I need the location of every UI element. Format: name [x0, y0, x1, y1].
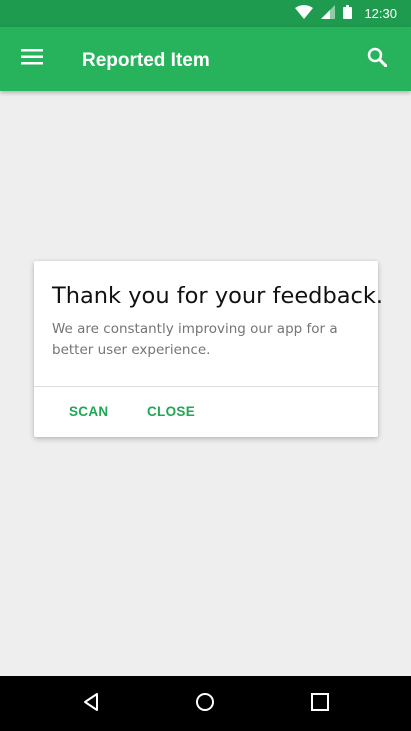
dialog-title: Thank you for your feedback.: [52, 283, 384, 309]
back-button[interactable]: [76, 689, 106, 719]
navigation-bar: [0, 676, 411, 731]
recents-button[interactable]: [305, 689, 335, 719]
scan-button[interactable]: SCAN: [69, 387, 108, 437]
search-button[interactable]: [361, 43, 393, 75]
page-title: Reported Item: [82, 50, 210, 71]
cell-signal-icon: [321, 4, 336, 23]
home-button[interactable]: [190, 689, 220, 719]
dialog-message: We are constantly improving our app for …: [52, 321, 338, 358]
recents-icon: [310, 692, 330, 716]
status-time: 12:30: [364, 6, 397, 21]
status-icons: 12:30: [295, 0, 397, 27]
menu-button[interactable]: [16, 43, 48, 75]
status-bar: 12:30: [0, 0, 411, 27]
feedback-dialog: Thank you for your feedback. We are cons…: [34, 261, 383, 437]
home-icon: [195, 692, 215, 716]
menu-icon: [21, 49, 43, 69]
back-icon: [81, 692, 101, 716]
wifi-icon: [295, 4, 314, 23]
app-bar: Reported Item: [0, 27, 411, 91]
close-button[interactable]: CLOSE: [147, 387, 195, 437]
dialog-actions: SCAN CLOSE: [34, 387, 378, 437]
battery-icon: [343, 4, 353, 23]
search-icon: [367, 47, 388, 71]
